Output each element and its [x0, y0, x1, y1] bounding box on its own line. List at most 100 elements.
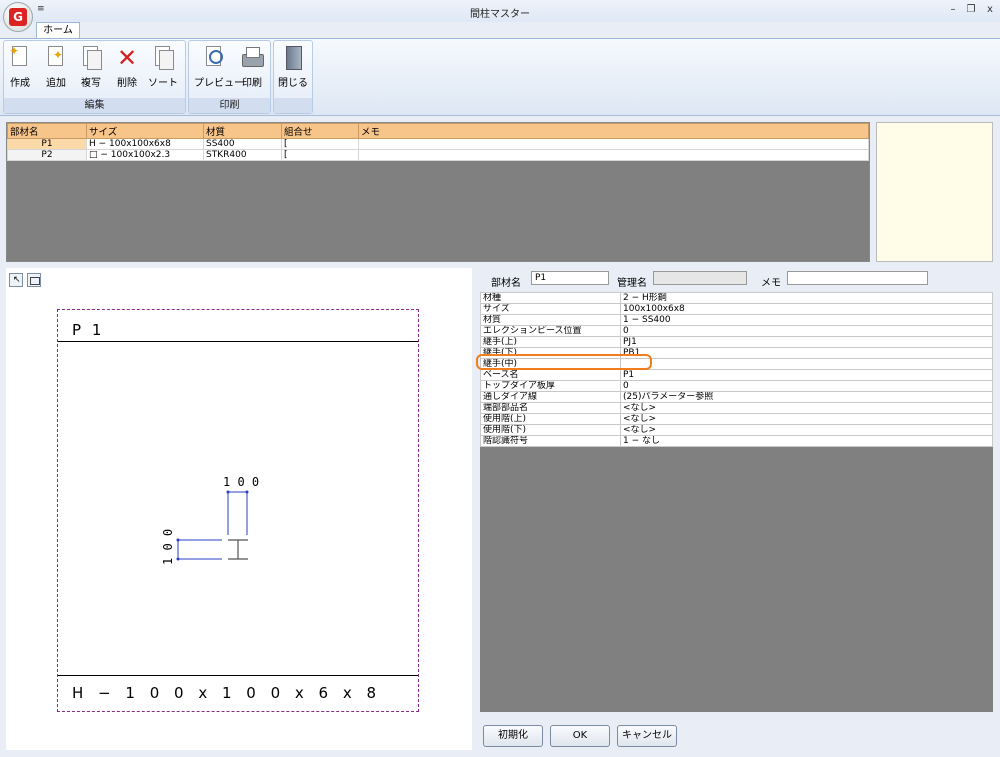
property-name: 使用階(下)	[480, 424, 621, 436]
table-cell[interactable]: □ − 100x100x2.3	[86, 149, 204, 161]
new-document-icon: ✦	[9, 44, 31, 70]
table-header-row: 部材名 サイズ 材質 組合せ メモ	[7, 123, 869, 139]
memo-field[interactable]	[787, 271, 928, 285]
property-name: 材質	[480, 314, 621, 326]
column-header[interactable]: 材質	[203, 123, 282, 139]
copy-button[interactable]: 複写	[74, 44, 108, 94]
section-drawing: 1 0 0 1 0 0	[161, 475, 259, 565]
drawing-size-label: H − 1 0 0 x 1 0 0 x 6 x 8	[72, 684, 382, 702]
property-value[interactable]: <なし>	[620, 402, 993, 414]
delete-button[interactable]: ✕ 削除	[110, 44, 144, 94]
table-cell[interactable]: [	[281, 138, 359, 150]
table-view-icon[interactable]	[27, 273, 41, 287]
create-button[interactable]: ✦ 作成	[3, 44, 37, 94]
property-value[interactable]: 0	[620, 325, 993, 337]
table-cell[interactable]: STKR400	[203, 149, 282, 161]
property-name: 端部部品名	[480, 402, 621, 414]
minimize-icon[interactable]: –	[946, 4, 960, 15]
member-grid[interactable]: 部材名 サイズ 材質 組合せ メモ P1 H − 100x100x6x8 SS4…	[6, 122, 870, 262]
sort-button[interactable]: ソート	[146, 44, 180, 94]
ribbon-group-print-label: 印刷	[189, 98, 270, 113]
property-row[interactable]: 材種 2 − H形鋼	[480, 292, 993, 304]
property-value[interactable]: 1 − SS400	[620, 314, 993, 326]
name-field[interactable]: P1	[531, 271, 609, 285]
table-cell[interactable]: H − 100x100x6x8	[86, 138, 204, 150]
property-name: 階認識符号	[480, 435, 621, 447]
ok-button[interactable]: OK	[550, 725, 610, 747]
table-cell[interactable]: SS400	[203, 138, 282, 150]
property-row[interactable]: エレクションピース位置 0	[480, 325, 993, 337]
table-row[interactable]: P2 □ − 100x100x2.3 STKR400 [	[7, 149, 869, 161]
property-name: 材種	[480, 292, 621, 304]
restore-icon[interactable]: ❐	[964, 4, 978, 15]
print-button[interactable]: 印刷	[235, 44, 269, 94]
property-row[interactable]: 通しダイア線 (25)パラメーター参照	[480, 391, 993, 403]
tab-home[interactable]: ホーム	[36, 22, 80, 38]
property-value[interactable]: 1 − なし	[620, 435, 993, 447]
property-value[interactable]: P1	[620, 369, 993, 381]
property-value[interactable]: PB1	[620, 347, 993, 359]
ribbon-group-edit-label: 編集	[4, 98, 185, 113]
window-title: 間柱マスター	[470, 9, 530, 20]
magnifier-icon	[203, 46, 225, 70]
property-value[interactable]: <なし>	[620, 413, 993, 425]
property-value[interactable]	[620, 358, 993, 370]
property-value[interactable]: <なし>	[620, 424, 993, 436]
add-document-icon: ✦	[45, 46, 67, 70]
management-name-field[interactable]	[653, 271, 747, 285]
property-name: 使用階(上)	[480, 413, 621, 425]
table-cell[interactable]	[358, 138, 869, 150]
app-logo-icon: G	[9, 8, 27, 26]
property-name: 継手(上)	[480, 336, 621, 348]
property-row[interactable]: 端部部品名 <なし>	[480, 402, 993, 414]
property-name: トップダイア板厚	[480, 380, 621, 392]
preview-button[interactable]: プレビュー	[194, 44, 244, 94]
preview-pane	[876, 122, 993, 262]
select-tool-icon[interactable]: ↖	[9, 273, 23, 287]
property-row[interactable]: 継手(上) PJ1	[480, 336, 993, 348]
property-value[interactable]: 0	[620, 380, 993, 392]
exit-door-icon	[282, 46, 304, 70]
property-row[interactable]: ベース名 P1	[480, 369, 993, 381]
initialize-button[interactable]: 初期化	[483, 725, 543, 747]
name-label: 部材名	[491, 278, 521, 289]
property-row[interactable]: 使用階(上) <なし>	[480, 413, 993, 425]
close-icon[interactable]: x	[983, 4, 997, 15]
property-row[interactable]: サイズ 100x100x6x8	[480, 303, 993, 315]
highlight-annotation	[476, 354, 652, 370]
delete-icon: ✕	[116, 44, 138, 72]
column-header[interactable]: サイズ	[86, 123, 204, 139]
dimension-height: 1 0 0	[161, 529, 175, 565]
property-name: 通しダイア線	[480, 391, 621, 403]
table-cell[interactable]	[358, 149, 869, 161]
memo-label: メモ	[761, 278, 781, 289]
member-table: 部材名 サイズ 材質 組合せ メモ P1 H − 100x100x6x8 SS4…	[7, 123, 869, 161]
property-name: サイズ	[480, 303, 621, 315]
sort-icon	[152, 46, 174, 70]
add-button[interactable]: ✦ 追加	[39, 44, 73, 94]
property-value[interactable]: PJ1	[620, 336, 993, 348]
property-value[interactable]: 100x100x6x8	[620, 303, 993, 315]
property-value[interactable]: (25)パラメーター参照	[620, 391, 993, 403]
dimension-width: 1 0 0	[223, 475, 259, 489]
management-name-label: 管理名	[617, 278, 647, 289]
close-button[interactable]: 閉じる	[276, 44, 310, 94]
printer-icon	[241, 46, 264, 70]
cancel-button[interactable]: キャンセル	[617, 725, 677, 747]
property-row[interactable]: 材質 1 − SS400	[480, 314, 993, 326]
property-row[interactable]: 使用階(下) <なし>	[480, 424, 993, 436]
copy-icon	[80, 46, 102, 70]
table-cell[interactable]: P2	[7, 149, 87, 161]
property-row[interactable]: 階認識符号 1 − なし	[480, 435, 993, 447]
column-header[interactable]: メモ	[358, 123, 869, 139]
column-header[interactable]: 部材名	[7, 123, 87, 139]
drawing-title: P 1	[72, 321, 105, 339]
table-cell[interactable]: [	[281, 149, 359, 161]
column-header[interactable]: 組合せ	[281, 123, 359, 139]
app-menu-button[interactable]: G	[3, 2, 33, 32]
table-cell[interactable]: P1	[7, 138, 87, 150]
property-name: エレクションピース位置	[480, 325, 621, 337]
property-value[interactable]: 2 − H形鋼	[620, 292, 993, 304]
table-row[interactable]: P1 H − 100x100x6x8 SS400 [	[7, 138, 869, 150]
property-row[interactable]: トップダイア板厚 0	[480, 380, 993, 392]
